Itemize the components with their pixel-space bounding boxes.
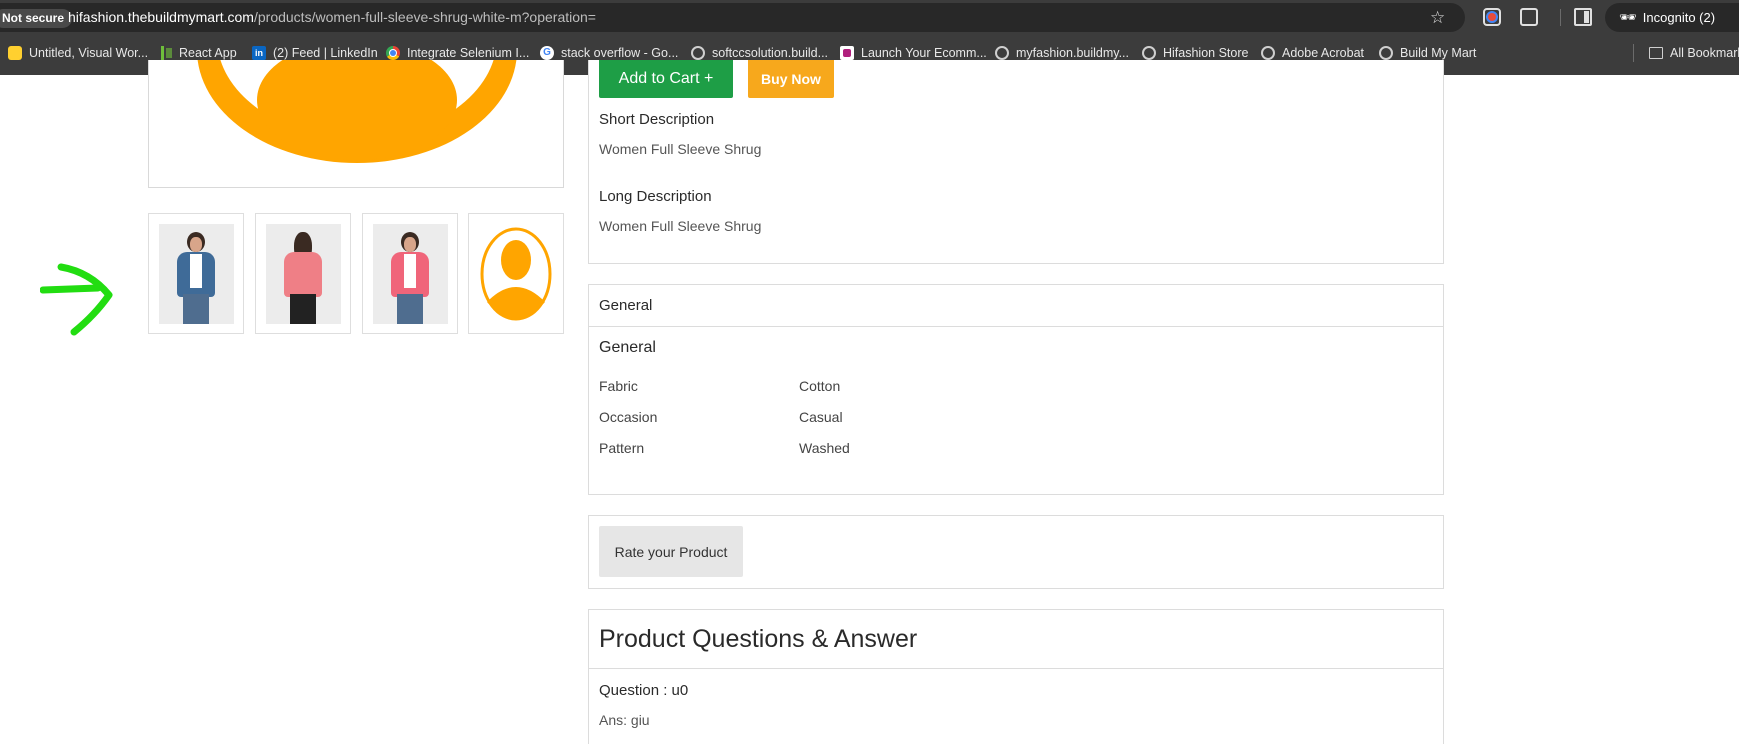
bookmark-label: Build My Mart <box>1400 46 1477 60</box>
globe-icon <box>691 45 705 60</box>
long-description-text: Women Full Sleeve Shrug <box>599 218 762 234</box>
bookmark-label: softccsolution.build... <box>712 46 829 60</box>
globe-icon <box>995 45 1009 60</box>
react-app-icon <box>158 45 172 60</box>
bookmark-label: Adobe Acrobat <box>1282 46 1365 60</box>
incognito-indicator[interactable]: 🕶 Incognito (2) <box>1605 3 1739 32</box>
placeholder-avatar-image <box>197 60 517 163</box>
folder-icon <box>1649 46 1663 59</box>
bookmark-label: stack overflow - Go... <box>561 46 679 60</box>
all-bookmarks-folder[interactable]: All Bookmarks <box>1649 35 1739 71</box>
specifications-card: General General Fabric Cotton Occasion C… <box>588 284 1444 495</box>
bookmark-label: React App <box>179 46 237 60</box>
side-panel-icon[interactable] <box>1574 8 1592 26</box>
browser-toolbar: Not secure hifashion.thebuildmymart.com/… <box>0 0 1739 35</box>
product-photo <box>266 224 341 324</box>
spec-value: Cotton <box>799 378 841 394</box>
qa-section-title: Product Questions & Answer <box>589 610 1443 669</box>
google-icon: G <box>540 45 554 60</box>
add-to-cart-button[interactable]: Add to Cart + <box>599 60 733 98</box>
globe-icon <box>1379 45 1393 60</box>
spec-key: Pattern <box>599 440 645 456</box>
bookmark-label: Integrate Selenium I... <box>407 46 530 60</box>
questions-answers-card: Product Questions & Answer Question : u0… <box>588 609 1444 744</box>
spec-key: Fabric <box>599 378 638 394</box>
bookmark-star-icon[interactable]: ☆ <box>1430 3 1445 32</box>
bookmark-label: myfashion.buildmy... <box>1016 46 1130 60</box>
long-description-heading: Long Description <box>599 188 712 205</box>
spec-value: Washed <box>799 440 850 456</box>
specs-card-title: General <box>589 285 1443 327</box>
url-host: hifashion.thebuildmymart.com <box>68 9 254 25</box>
buy-now-button[interactable]: Buy Now <box>748 60 834 98</box>
bookmark-label: (2) Feed | LinkedIn <box>273 46 378 60</box>
qa-answer: Ans: giu <box>599 712 650 728</box>
rating-card: Rate your Product <box>588 515 1444 589</box>
toolbar-divider <box>1560 9 1561 26</box>
bookmarks-divider <box>1633 44 1634 62</box>
not-secure-badge[interactable]: Not secure <box>0 9 73 28</box>
url-path: /products/women-full-sleeve-shrug-white-… <box>253 9 596 25</box>
avatar-placeholder-icon <box>480 227 552 321</box>
thumbnail-denim-shrug-front[interactable] <box>148 213 244 334</box>
incognito-label: Incognito (2) <box>1642 10 1716 25</box>
chrome-icon <box>386 45 400 60</box>
short-description-text: Women Full Sleeve Shrug <box>599 141 762 157</box>
qa-question: Question : u0 <box>599 682 689 699</box>
url-text[interactable]: hifashion.thebuildmymart.com/products/wo… <box>68 3 596 32</box>
spec-key: Occasion <box>599 409 658 425</box>
product-photo <box>373 224 448 324</box>
google-lens-icon[interactable] <box>1483 8 1501 26</box>
thumbnail-pink-shrug-back[interactable] <box>255 213 351 334</box>
main-product-image[interactable] <box>148 60 564 188</box>
bookmark-label: Hifashion Store <box>1163 46 1249 60</box>
annotation-arrow-icon <box>40 263 113 336</box>
product-photo <box>159 224 234 324</box>
bookmark-label: Untitled, Visual Wor... <box>29 46 149 60</box>
bookmark-label: Launch Your Ecomm... <box>861 46 987 60</box>
miro-icon <box>8 45 22 60</box>
linkedin-icon: in <box>252 45 266 60</box>
globe-icon <box>1142 45 1156 60</box>
specs-group-title: General <box>599 339 656 356</box>
extensions-icon[interactable] <box>1520 8 1538 26</box>
launch-icon <box>840 45 854 60</box>
bookmark-item[interactable]: Untitled, Visual Wor... <box>8 35 148 71</box>
thumbnail-pink-shrug-front[interactable] <box>362 213 458 334</box>
spec-value: Casual <box>799 409 843 425</box>
globe-icon <box>1261 45 1275 60</box>
all-bookmarks-label: All Bookmarks <box>1670 46 1739 60</box>
short-description-heading: Short Description <box>599 111 715 128</box>
incognito-icon: 🕶 <box>1619 9 1637 25</box>
address-bar[interactable]: Not secure hifashion.thebuildmymart.com/… <box>0 3 1465 32</box>
rate-product-button[interactable]: Rate your Product <box>599 526 743 577</box>
thumbnail-placeholder-avatar[interactable] <box>468 213 564 334</box>
